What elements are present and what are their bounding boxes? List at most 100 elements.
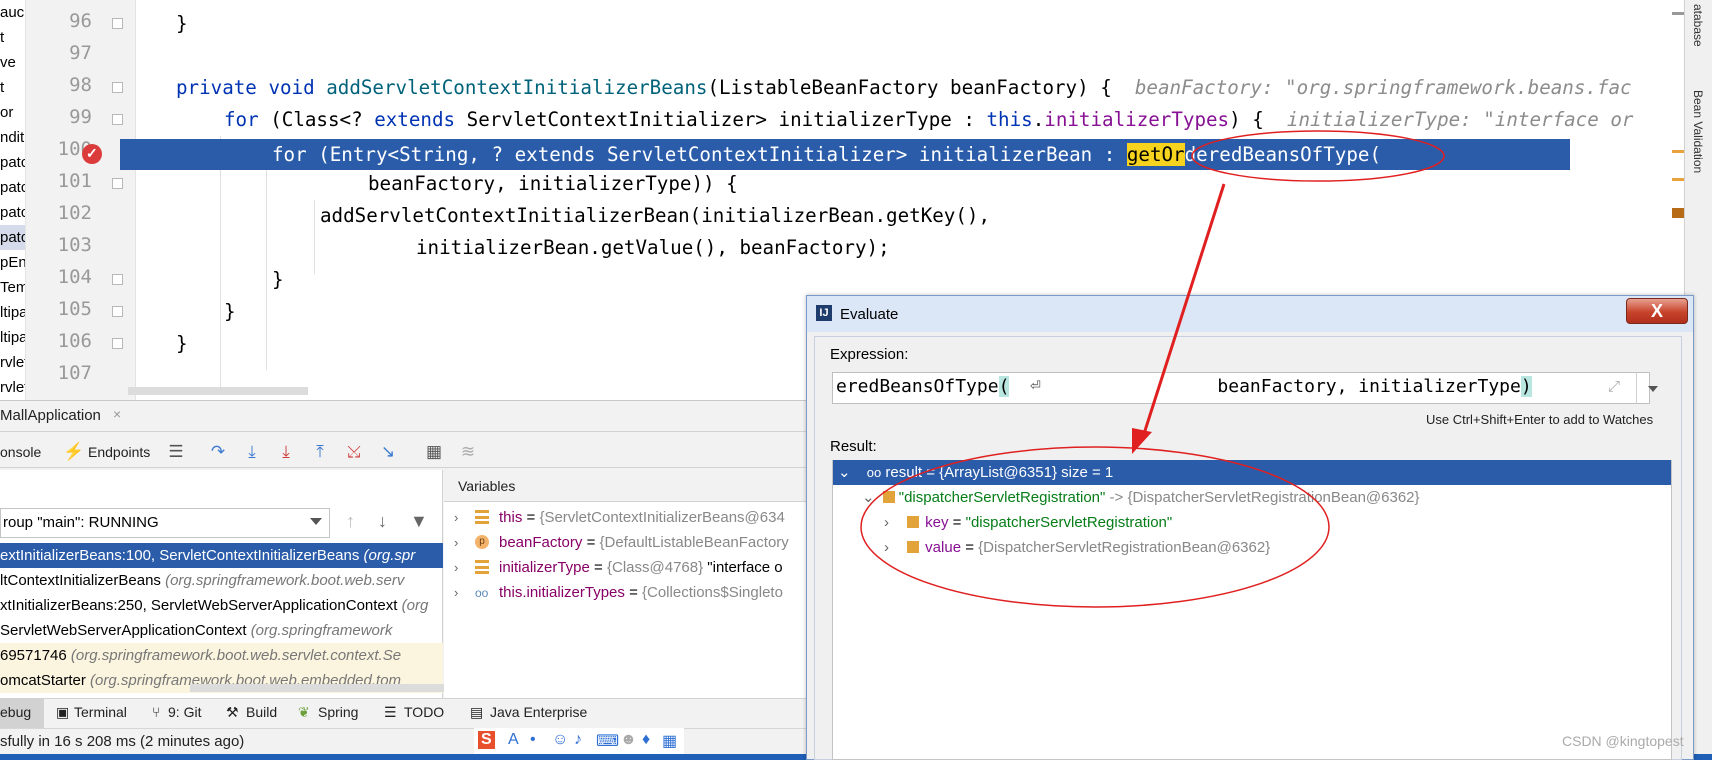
run-to-cursor-icon[interactable]: ↘ bbox=[376, 440, 400, 464]
terminal-tool-button[interactable]: Terminal bbox=[74, 704, 127, 720]
scroll-marker bbox=[1672, 178, 1684, 181]
chevron-right-icon[interactable]: › bbox=[454, 505, 458, 530]
fold-marker-icon[interactable] bbox=[112, 114, 123, 125]
fold-marker-icon[interactable] bbox=[112, 274, 123, 285]
menu-lines-icon[interactable]: ☰ bbox=[164, 440, 188, 464]
close-icon[interactable]: × bbox=[113, 406, 121, 422]
highlighted-word: getOr bbox=[1126, 143, 1185, 166]
spring-tool-button[interactable]: Spring bbox=[318, 704, 358, 720]
line-number: 97 bbox=[69, 42, 92, 64]
hammer-icon: ⚒ bbox=[226, 704, 239, 720]
chevron-down-icon[interactable]: ⌄ bbox=[838, 464, 851, 481]
chevron-right-icon[interactable]: › bbox=[454, 555, 458, 580]
stack-frame-row[interactable]: ltContextInitializerBeans (org.springfra… bbox=[0, 568, 443, 593]
git-tool-button[interactable]: 9: Git bbox=[168, 704, 201, 720]
build-tool-button[interactable]: Build bbox=[246, 704, 277, 720]
arrow-up-icon[interactable]: ↑ bbox=[346, 511, 355, 532]
fold-marker-icon[interactable] bbox=[112, 178, 123, 189]
fold-marker-icon[interactable] bbox=[112, 338, 123, 349]
tree-fragment[interactable]: rvlet bbox=[0, 375, 25, 400]
ime-user-icon[interactable]: ☻ bbox=[620, 731, 637, 749]
tree-fragment[interactable]: patc bbox=[0, 200, 25, 225]
tree-fragment[interactable]: or bbox=[0, 100, 25, 125]
evaluate-table-icon[interactable]: ▦ bbox=[422, 440, 446, 464]
tree-fragment[interactable]: patc bbox=[0, 175, 25, 200]
stack-frame-row[interactable]: extInitializerBeans:100, ServletContextI… bbox=[0, 543, 443, 568]
stack-frame-row[interactable]: xtInitializerBeans:250, ServletWebServer… bbox=[0, 593, 443, 618]
fold-marker-icon[interactable] bbox=[112, 306, 123, 317]
fold-marker-icon[interactable] bbox=[112, 82, 123, 93]
expand-icon[interactable]: ⤢ bbox=[1608, 378, 1620, 395]
ime-language-icon[interactable]: A bbox=[508, 731, 519, 749]
chevron-down-icon[interactable]: ⌄ bbox=[862, 489, 875, 506]
java-enterprise-tool-button[interactable]: Java Enterprise bbox=[490, 704, 587, 720]
tree-fragment[interactable]: t bbox=[0, 25, 25, 50]
stack-frame-row[interactable]: 69571746 (org.springframework.boot.web.s… bbox=[0, 643, 443, 668]
line-number: 104 bbox=[57, 266, 92, 288]
bean-validation-tool-tab[interactable]: Bean Validation bbox=[1691, 90, 1705, 173]
chevron-right-icon[interactable]: › bbox=[884, 514, 889, 531]
ime-mic-icon[interactable]: ♪ bbox=[574, 731, 582, 749]
map-entry-row[interactable]: ⌄ "dispatcherServletRegistration" -> {Di… bbox=[862, 485, 1420, 510]
endpoints-tab[interactable]: Endpoints bbox=[88, 444, 150, 460]
ime-skin-icon[interactable]: ♦ bbox=[642, 731, 650, 749]
tree-fragment[interactable]: ndit bbox=[0, 125, 25, 150]
map-entry-key-row[interactable]: › key = "dispatcherServletRegistration" bbox=[884, 510, 1172, 535]
filter-icon[interactable]: ▼ bbox=[410, 511, 428, 532]
run-config-tab[interactable]: MallApplication bbox=[0, 407, 101, 424]
dialog-title-bar[interactable] bbox=[807, 296, 1693, 332]
todo-tool-button[interactable]: TODO bbox=[404, 704, 444, 720]
ime-emoji-icon[interactable]: ☺ bbox=[552, 731, 568, 749]
field-icon bbox=[475, 560, 489, 574]
console-tab[interactable]: onsole bbox=[0, 444, 41, 460]
tree-fragment[interactable]: pEn bbox=[0, 250, 25, 275]
variable-row[interactable]: › p beanFactory = {DefaultListableBeanFa… bbox=[444, 530, 810, 555]
variables-header: Variables bbox=[444, 470, 810, 502]
tree-fragment[interactable]: ltipa bbox=[0, 300, 25, 325]
variable-row[interactable]: › initializerType = {Class@4768} "interf… bbox=[444, 555, 810, 580]
execution-point-line[interactable]: for (Entry<String, ? extends ServletCont… bbox=[120, 139, 1570, 170]
debug-tool-button[interactable]: ebug bbox=[0, 704, 31, 720]
code-line-98: private void addServletContextInitialize… bbox=[176, 72, 1632, 104]
arrow-down-icon[interactable]: ↓ bbox=[378, 511, 387, 532]
tree-fragment[interactable]: patc bbox=[0, 225, 25, 250]
chevron-down-icon[interactable] bbox=[310, 518, 322, 525]
tree-fragment[interactable]: t bbox=[0, 75, 25, 100]
map-entry-value-row[interactable]: › value = {DispatcherServletRegistration… bbox=[884, 535, 1270, 560]
database-tool-tab[interactable]: atabase bbox=[1691, 4, 1705, 47]
checkmark-icon: ✓ bbox=[86, 145, 98, 161]
variable-row[interactable]: › this = {ServletContextInitializerBeans… bbox=[444, 505, 810, 530]
project-tree-strip[interactable]: auc t ve t or ndit patc patc patc patc p… bbox=[0, 0, 26, 400]
ime-grid-icon[interactable]: ▦ bbox=[662, 731, 677, 751]
result-root-row[interactable]: ⌄ oo result = {ArrayList@6351} size = 1 bbox=[838, 460, 1113, 485]
ime-logo-icon[interactable]: S bbox=[478, 731, 495, 749]
tree-fragment[interactable]: Tem bbox=[0, 275, 25, 300]
ime-keyboard-icon[interactable]: ⌨ bbox=[596, 731, 619, 751]
step-out-icon[interactable]: ⤒ bbox=[308, 440, 332, 464]
expression-text[interactable]: eredBeansOfType(beanFactory, initializer… bbox=[836, 376, 1532, 397]
tree-fragment[interactable]: ltipa bbox=[0, 325, 25, 350]
tree-fragment[interactable]: ve bbox=[0, 50, 25, 75]
chevron-right-icon[interactable]: › bbox=[454, 580, 458, 605]
force-step-into-icon[interactable]: ⤓ bbox=[274, 440, 298, 464]
status-message[interactable]: sfully in 16 s 208 ms (2 minutes ago) bbox=[0, 733, 244, 750]
tree-fragment[interactable]: auc bbox=[0, 0, 25, 25]
stack-frame-row[interactable]: ServletWebServerApplicationContext (org.… bbox=[0, 618, 443, 643]
chevron-right-icon[interactable]: › bbox=[884, 539, 889, 556]
editor-gutter[interactable]: 96 97 98 99 100 101 102 103 104 105 106 … bbox=[26, 0, 136, 400]
fold-marker-icon[interactable] bbox=[112, 18, 123, 29]
trace-icon[interactable]: ≋ bbox=[456, 440, 480, 464]
editor-horizontal-scrollbar[interactable] bbox=[128, 387, 308, 395]
step-over-icon[interactable]: ↷ bbox=[206, 440, 230, 464]
tree-fragment[interactable]: patc bbox=[0, 150, 25, 175]
variable-row[interactable]: › oo this.initializerTypes = {Collection… bbox=[444, 580, 810, 605]
chevron-right-icon[interactable]: › bbox=[454, 530, 458, 555]
close-button[interactable]: X bbox=[1626, 298, 1688, 324]
thread-dropdown[interactable]: roup "main": RUNNING bbox=[0, 508, 330, 538]
ime-punct-icon[interactable]: • bbox=[530, 731, 536, 749]
chevron-down-icon[interactable] bbox=[1648, 386, 1658, 392]
step-into-icon[interactable]: ⤓ bbox=[240, 440, 264, 464]
drop-frame-icon[interactable]: ⤩ bbox=[342, 440, 366, 464]
tree-fragment[interactable]: rvlet bbox=[0, 350, 25, 375]
watch-hint: Use Ctrl+Shift+Enter to add to Watches bbox=[1426, 412, 1654, 427]
